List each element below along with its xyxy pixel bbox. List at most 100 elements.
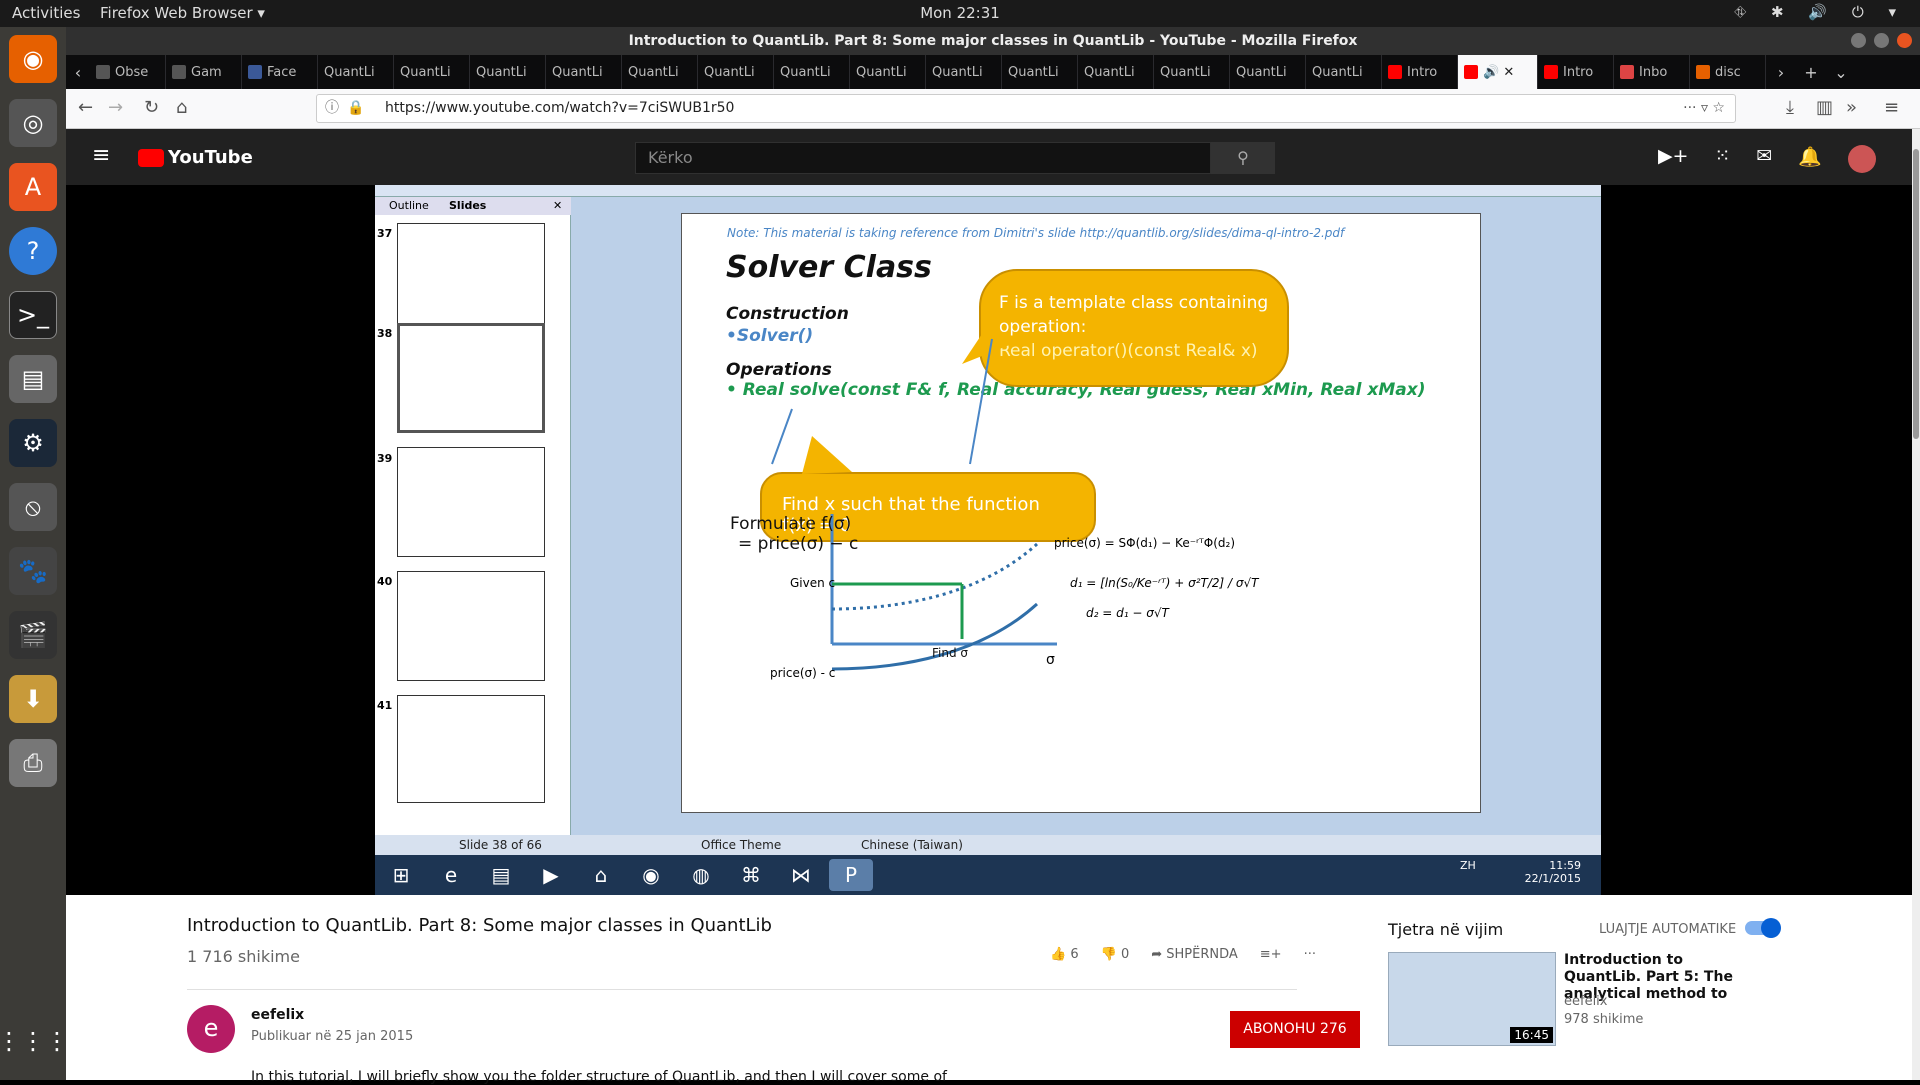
back-icon[interactable]: ← [78,97,93,118]
avatar[interactable] [1848,145,1876,173]
tab[interactable]: QuantLi [1078,55,1154,89]
tab[interactable]: QuantLi [546,55,622,89]
help-icon[interactable]: ? [9,227,57,275]
files-icon[interactable]: ▤ [9,355,57,403]
youtube-logo[interactable]: YouTube [138,147,253,168]
recommended-thumbnail[interactable]: 16:45 [1388,952,1556,1046]
tab[interactable]: QuantLi [926,55,1002,89]
steam-icon[interactable]: ⚙ [9,419,57,467]
subscribe-button[interactable]: ABONOHU 276 [1230,1011,1360,1048]
slide-thumbnail[interactable] [397,447,545,557]
tab-list-icon[interactable]: ⌄ [1826,63,1856,82]
home-app-icon[interactable]: ⌂ [579,859,623,891]
tab[interactable]: Obse [90,55,166,89]
channel-name[interactable]: eefelix [251,1007,304,1023]
video-editor-icon[interactable]: 🎬 [9,611,57,659]
tab[interactable]: QuantLi [1002,55,1078,89]
menu-icon[interactable]: ≡ [1884,97,1899,118]
start-button-icon[interactable]: ⊞ [379,859,423,891]
downloads-icon[interactable]: ⤓ [1786,97,1794,118]
terminal-icon[interactable]: >_ [9,291,57,339]
tab-outline[interactable]: Outline [389,199,429,212]
ie-icon[interactable]: e [429,859,473,891]
media-player-icon[interactable]: ▶ [529,859,573,891]
speaker-icon[interactable]: 🔊 ✕ [1483,65,1514,80]
video-description: In this tutorial, I will briefly show yo… [251,1069,947,1085]
forward-icon[interactable]: → [108,97,123,118]
tab[interactable]: Gam [166,55,242,89]
chrome-icon[interactable]: ◉ [629,859,673,891]
hamburger-icon[interactable]: ≡ [92,143,110,168]
close-button[interactable] [1897,33,1912,48]
tab[interactable]: QuantLi [394,55,470,89]
powerpoint-icon[interactable]: P [829,859,873,891]
tab[interactable]: QuantLi [698,55,774,89]
channel-avatar[interactable]: e [187,1005,235,1053]
minimize-button[interactable] [1851,33,1866,48]
tab[interactable]: disc [1690,55,1766,89]
share-button[interactable]: ➦ SHPËRNDA [1151,947,1238,962]
tab[interactable]: QuantLi [622,55,698,89]
autoplay-toggle[interactable] [1745,918,1781,938]
overflow-icon[interactable]: » [1846,97,1857,118]
system-tray[interactable]: ⛗ ✱ 🔊 ⏻ ▾ [1734,3,1906,21]
tab[interactable]: QuantLi [850,55,926,89]
reload-icon[interactable]: ↻ [144,97,159,118]
archive-icon[interactable]: ⬇ [9,675,57,723]
sidebar-icon[interactable]: ▥ [1816,97,1833,118]
firefox-icon[interactable]: ◉ [9,35,57,83]
tab-active[interactable]: 🔊 ✕ [1458,55,1538,89]
show-apps-icon[interactable]: ⋮⋮⋮ [0,1017,69,1065]
slide-thumbnail[interactable] [397,571,545,681]
blocked-app-icon[interactable]: ⦸ [9,483,57,531]
add-to-playlist-icon[interactable]: ≡+ [1260,947,1282,962]
page-scrollbar[interactable] [1912,129,1920,1080]
messages-icon[interactable]: ✉ [1756,145,1772,173]
rhythmbox-icon[interactable]: ◎ [9,99,57,147]
notifications-icon[interactable]: 🔔 [1798,145,1822,173]
info-icon[interactable]: ⓘ [325,95,339,122]
search-button[interactable]: ⚲ [1211,142,1275,174]
search-icon: ⚲ [1237,148,1249,167]
more-icon[interactable]: ··· [1304,947,1316,962]
home-icon[interactable]: ⌂ [176,97,187,118]
apps-icon[interactable]: ⁙ [1714,145,1730,173]
visual-studio-icon[interactable]: ⋈ [779,859,823,891]
slide-thumbnail-selected[interactable] [397,323,545,433]
tab[interactable]: Intro [1538,55,1614,89]
gimp-icon[interactable]: 🐾 [9,547,57,595]
app-menu[interactable]: Firefox Web Browser ▾ [100,4,265,22]
firefox-icon[interactable]: ◍ [679,859,723,891]
software-center-icon[interactable]: A [9,163,57,211]
acrobat-icon[interactable]: ⌘ [729,859,773,891]
close-panel-icon[interactable]: ✕ [553,199,562,212]
new-tab-icon[interactable]: + [1796,63,1826,82]
tab[interactable]: QuantLi [774,55,850,89]
like-button[interactable]: 👍 6 [1050,947,1079,962]
tab[interactable]: Intro [1382,55,1458,89]
tab[interactable]: QuantLi [1306,55,1382,89]
tab-scroll-right-icon[interactable]: › [1766,63,1796,82]
activities-button[interactable]: Activities [12,4,80,22]
slide-thumbnail[interactable] [397,695,545,803]
printer-icon[interactable]: ⎙ [9,739,57,787]
clock[interactable]: Mon 22:31 [0,4,1920,22]
upload-icon[interactable]: ▶+ [1658,145,1689,173]
tab[interactable]: Inbo [1614,55,1690,89]
tab[interactable]: Face [242,55,318,89]
maximize-button[interactable] [1874,33,1889,48]
page-actions-icon[interactable]: ··· ▿ ☆ [1683,95,1725,122]
tab-slides[interactable]: Slides [449,199,486,212]
dislike-button[interactable]: 👎 0 [1101,947,1130,962]
search-input[interactable]: Kërko [635,142,1211,174]
tab[interactable]: QuantLi [1230,55,1306,89]
slide-thumbnail[interactable] [397,223,545,333]
tab-scroll-left-icon[interactable]: ‹ [66,63,90,82]
tab[interactable]: QuantLi [1154,55,1230,89]
language: Chinese (Taiwan) [861,838,963,852]
input-language[interactable]: ZH [1460,859,1476,872]
explorer-icon[interactable]: ▤ [479,859,523,891]
url-bar[interactable]: ⓘ 🔒 https://www.youtube.com/watch?v=7ciS… [316,94,1736,123]
tab[interactable]: QuantLi [318,55,394,89]
tab[interactable]: QuantLi [470,55,546,89]
